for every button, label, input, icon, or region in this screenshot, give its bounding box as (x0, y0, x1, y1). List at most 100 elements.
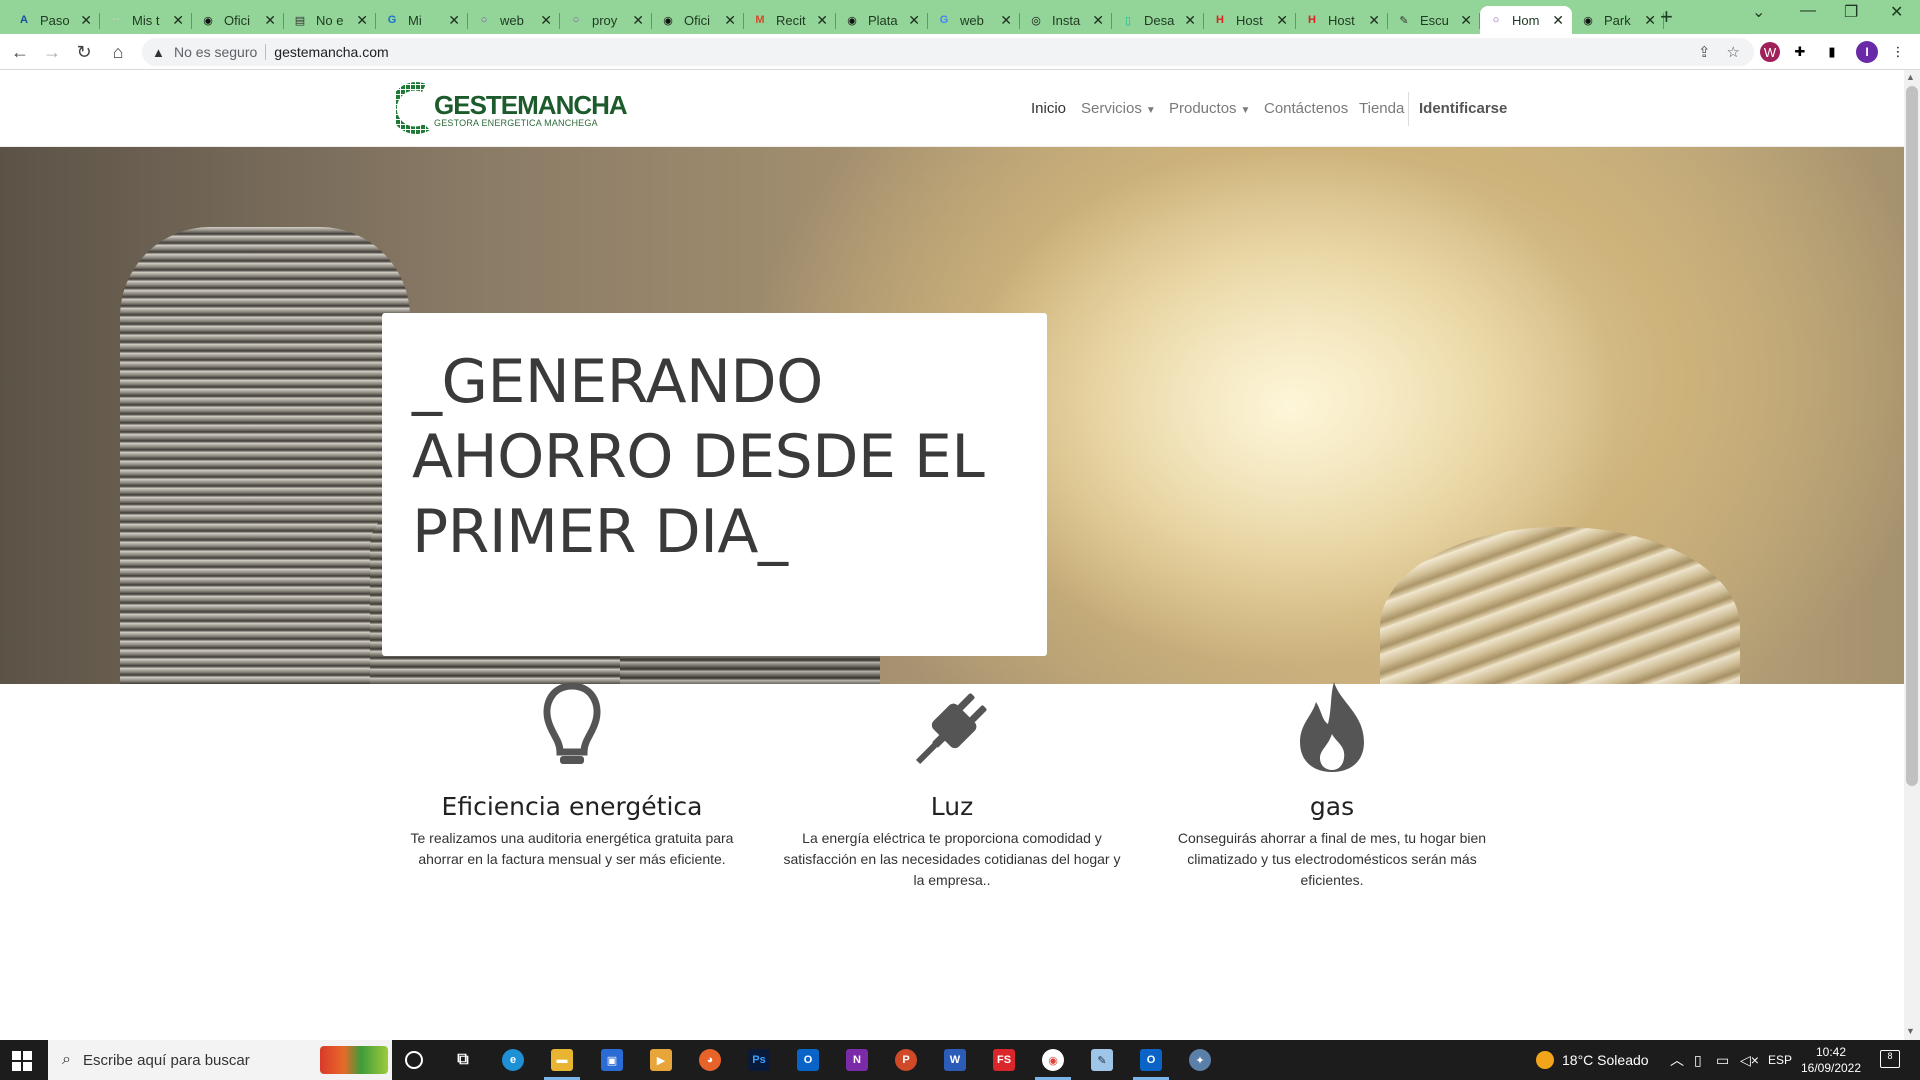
notepad-icon[interactable]: ✎ (1091, 1049, 1113, 1071)
outlook-2-icon[interactable]: O (1140, 1049, 1162, 1071)
home-icon[interactable]: ⌂ (106, 40, 130, 64)
firefox-icon[interactable]: ◕ (699, 1049, 721, 1071)
powerpoint-icon[interactable]: P (895, 1049, 917, 1071)
tray-chevron-icon[interactable]: ︿ (1670, 1040, 1684, 1080)
profile-avatar[interactable]: I (1856, 41, 1878, 63)
address-bar[interactable]: ▲ No es seguro gestemancha.com ⇪ ☆ (142, 38, 1754, 66)
volume-icon[interactable]: ◁× (1740, 1040, 1759, 1080)
tab-close-icon[interactable]: ✕ (448, 12, 460, 29)
nav-servicios[interactable]: Servicios ▼ (1081, 100, 1156, 117)
site-logo[interactable]: GESTEMANCHA GESTORA ENERGETICA MANCHEGA (396, 78, 628, 140)
app-icon[interactable]: ✦ (1189, 1049, 1211, 1071)
browser-tab[interactable]: ·· Mis t ✕ (100, 6, 192, 34)
menu-kebab-icon[interactable]: ⋮ (1888, 42, 1908, 62)
browser-tab[interactable]: ▯ Desa ✕ (1112, 6, 1204, 34)
edge-icon[interactable]: e (502, 1049, 524, 1071)
store-icon[interactable]: ▣ (601, 1049, 623, 1071)
tab-title: proy (592, 12, 618, 28)
browser-tab[interactable]: ◉ Park ✕ (1572, 6, 1664, 34)
tab-close-icon[interactable]: ✕ (80, 12, 92, 29)
tab-close-icon[interactable]: ✕ (816, 12, 828, 29)
photoshop-icon[interactable]: Ps (748, 1049, 770, 1071)
tray-device-icon[interactable]: ▯ (1694, 1040, 1702, 1080)
browser-tab[interactable]: ◉ Plata ✕ (836, 6, 928, 34)
browser-tab[interactable]: ○ Hom ✕ (1480, 6, 1572, 34)
tab-close-icon[interactable]: ✕ (724, 12, 736, 29)
file-explorer-icon[interactable]: ▬ (551, 1049, 573, 1071)
browser-tab[interactable]: ○ proy ✕ (560, 6, 652, 34)
minimize-button[interactable]: — (1800, 2, 1816, 20)
media-player-icon[interactable]: ▶ (650, 1049, 672, 1071)
nav-inicio[interactable]: Inicio (1031, 100, 1066, 117)
task-view-icon[interactable]: ⧉ (452, 1049, 474, 1071)
weather-widget[interactable]: 18°C Soleado (1536, 1040, 1649, 1080)
tab-close-icon[interactable]: ✕ (1092, 12, 1104, 29)
browser-tab[interactable]: ◉ Ofici ✕ (652, 6, 744, 34)
share-icon[interactable]: ⇪ (1698, 43, 1711, 61)
nav-contactenos[interactable]: Contáctenos (1264, 100, 1348, 117)
outlook-icon[interactable]: O (797, 1049, 819, 1071)
notifications-icon[interactable]: 8 (1880, 1050, 1900, 1068)
browser-tab[interactable]: ○ web ✕ (468, 6, 560, 34)
filezilla-icon[interactable]: FS (993, 1049, 1015, 1071)
tab-close-icon[interactable]: ✕ (1552, 12, 1564, 29)
tab-close-icon[interactable]: ✕ (172, 12, 184, 29)
warning-icon[interactable]: ▲ (152, 45, 168, 60)
browser-tab[interactable]: H Host ✕ (1204, 6, 1296, 34)
tab-close-icon[interactable]: ✕ (908, 12, 920, 29)
security-label[interactable]: No es seguro (174, 44, 257, 60)
tab-close-icon[interactable]: ✕ (1184, 12, 1196, 29)
extension-w-icon[interactable]: W (1760, 42, 1780, 62)
feature-title: gas (1309, 792, 1355, 821)
taskbar-clock[interactable]: 10:42 16/09/2022 (1796, 1044, 1866, 1076)
url-text[interactable]: gestemancha.com (274, 44, 388, 60)
restore-button[interactable]: ❐ (1844, 2, 1858, 22)
browser-tab[interactable]: G Mi ✕ (376, 6, 468, 34)
tab-close-icon[interactable]: ✕ (632, 12, 644, 29)
side-panel-icon[interactable]: ▮ (1822, 42, 1842, 62)
nav-identificarse[interactable]: Identificarse (1419, 100, 1507, 117)
nav-productos[interactable]: Productos ▼ (1169, 100, 1250, 117)
scrollbar-thumb[interactable] (1906, 86, 1918, 786)
back-icon[interactable]: ← (8, 40, 32, 64)
browser-tab[interactable]: ◉ Ofici ✕ (192, 6, 284, 34)
new-tab-button[interactable]: + (1660, 4, 1673, 30)
tab-close-icon[interactable]: ✕ (540, 12, 552, 29)
close-window-button[interactable]: ✕ (1890, 2, 1903, 22)
tab-close-icon[interactable]: ✕ (1644, 12, 1656, 29)
language-indicator[interactable]: ESP (1768, 1040, 1792, 1080)
browser-tab[interactable]: ◎ Insta ✕ (1020, 6, 1112, 34)
page-viewport: GESTEMANCHA GESTORA ENERGETICA MANCHEGA … (0, 70, 1904, 1040)
tab-close-icon[interactable]: ✕ (356, 12, 368, 29)
scroll-up-arrow-icon[interactable]: ▲ (1906, 72, 1915, 82)
extensions-puzzle-icon[interactable]: ✚ (1790, 42, 1810, 62)
browser-tab[interactable]: M Recit ✕ (744, 6, 836, 34)
hero-banner: _GENERANDO AHORRO DESDE EL PRIMER DIA_ (0, 147, 1904, 684)
browser-tab[interactable]: ✎ Escu ✕ (1388, 6, 1480, 34)
tab-favicon-icon: H (1216, 14, 1224, 26)
browser-tab[interactable]: ▤ No e ✕ (284, 6, 376, 34)
tab-search-icon[interactable]: ⌄ (1752, 2, 1765, 22)
tab-close-icon[interactable]: ✕ (1276, 12, 1288, 29)
onenote-icon[interactable]: N (846, 1049, 868, 1071)
tab-close-icon[interactable]: ✕ (1368, 12, 1380, 29)
chrome-icon[interactable]: ◉ (1042, 1049, 1064, 1071)
tab-close-icon[interactable]: ✕ (1000, 12, 1012, 29)
browser-tab[interactable]: A Paso ✕ (8, 6, 100, 34)
network-icon[interactable]: ▭ (1716, 1040, 1729, 1080)
taskbar-search-input[interactable]: Escribe aquí para buscar (83, 1052, 250, 1069)
word-icon[interactable]: W (944, 1049, 966, 1071)
browser-tab[interactable]: H Host ✕ (1296, 6, 1388, 34)
forward-icon[interactable]: → (40, 40, 64, 64)
reload-icon[interactable]: ↻ (72, 40, 96, 64)
tab-close-icon[interactable]: ✕ (264, 12, 276, 29)
browser-tab[interactable]: Gweb ✕ (928, 6, 1020, 34)
nav-tienda[interactable]: Tienda (1359, 100, 1404, 117)
scroll-down-arrow-icon[interactable]: ▼ (1906, 1026, 1915, 1036)
windows-start-icon[interactable] (12, 1051, 32, 1071)
bookmark-star-icon[interactable]: ☆ (1727, 43, 1740, 61)
taskbar-search[interactable]: ⌕ Escribe aquí para buscar (48, 1040, 392, 1080)
tab-close-icon[interactable]: ✕ (1460, 12, 1472, 29)
tab-title: Mi (408, 12, 422, 28)
cortana-icon[interactable] (405, 1051, 423, 1069)
